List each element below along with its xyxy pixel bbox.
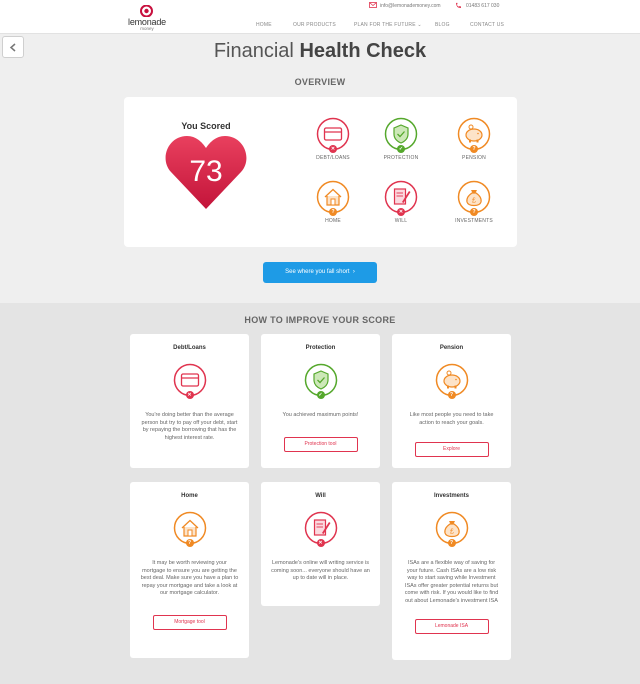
unknown-badge-icon: ? [470,208,478,216]
card-protection-button-row: Protection tool [261,432,380,452]
card-home-title: Home [181,493,198,499]
nav-home[interactable]: HOME [256,22,272,28]
card-investments-text: ISAs are a flexible way of saving for yo… [404,560,499,604]
card-pension-text: Like most people you need to take action… [409,412,494,426]
fail-badge-icon: ✕ [397,208,405,216]
overview-protection[interactable]: ✓ PROTECTION [373,117,429,161]
overview-debt-label: DEBT/LOANS [316,155,350,161]
pass-badge-icon: ✓ [397,145,405,153]
phone-contact[interactable]: 01483 617 030 [456,2,500,9]
card-protection-title: Protection [305,345,336,351]
email-contact[interactable]: info@lemonademoney.com [369,2,441,9]
envelope-icon [369,2,377,8]
overview-debt-loans[interactable]: ✕ DEBT/LOANS [305,117,361,161]
overview-heading: OVERVIEW [294,77,346,87]
overview-home-label: HOME [325,218,341,224]
card-home-icon-wrap: ? [173,511,207,547]
see-where-you-fall-short-button[interactable]: See where you fall short › [263,262,377,283]
card-protection-icon-wrap: ✓ [304,363,338,399]
card-debt-loans: Debt/Loans ✕ You're doing better than th… [130,334,249,468]
nav-our-products[interactable]: OUR PRODUCTS [293,22,336,28]
overview-debt-icon-wrap: ✕ [316,117,350,153]
card-debt-icon-wrap: ✕ [173,363,207,399]
brand-logo[interactable]: lemonade money [126,5,168,31]
overview-protection-icon-wrap: ✓ [384,117,418,153]
overview-pension[interactable]: ? PENSION [446,117,502,161]
fail-badge-icon: ✕ [185,391,194,399]
score-label: You Scored [181,121,231,131]
phone-icon [456,2,461,8]
overview-pension-icon-wrap: ? [457,117,491,153]
overview-investments[interactable]: £ ? INVESTMENTS [446,180,502,224]
svg-text:£: £ [450,529,454,536]
card-investments-title: Investments [433,493,469,499]
fail-badge-icon: ✕ [316,539,325,547]
card-will-text: Lemonade's online will writing service i… [271,560,370,581]
overview-will[interactable]: ✕ WILL [373,180,429,224]
overview-investments-label: INVESTMENTS [455,218,493,224]
card-pension-button-row: Explore [392,437,511,457]
card-debt-title: Debt/Loans [173,345,206,351]
fail-badge-icon: ✕ [329,145,337,153]
page-title-light: Financial [213,40,294,62]
card-investments-button-row: Lemonade ISA [392,614,511,634]
phone-text: 01483 617 030 [466,3,500,9]
nav-plan-label: PLAN FOR THE FUTURE [354,22,416,28]
card-home-text: It may be worth reviewing your mortgage … [140,560,239,596]
card-will-icon-wrap: ✕ [304,511,338,547]
logo-swirl-icon [140,5,153,17]
unknown-badge-icon: ? [447,539,456,547]
card-protection: Protection ✓ You achieved maximum points… [261,334,380,468]
site-header: lemonade money info@lemonademoney.com 01… [0,0,640,34]
nav-contact-us[interactable]: CONTACT US [470,22,504,28]
overview-home-icon-wrap: ? [316,180,350,216]
card-will: Will ✕ Lemonade's online will writing se… [261,482,380,606]
page-title-bold: Health Check [299,40,427,62]
svg-text:£: £ [472,198,476,205]
card-investments: Investments £ ? ISAs are a flexible way … [392,482,511,660]
nav-plan-for-the-future[interactable]: PLAN FOR THE FUTURE ⌄ [354,22,422,28]
overview-protection-label: PROTECTION [383,155,419,161]
unknown-badge-icon: ? [447,391,456,399]
overview-will-label: WILL [394,218,408,224]
card-will-title: Will [315,493,326,499]
card-home-button-row: Mortgage tool [130,610,249,630]
chevron-right-icon: › [351,269,355,275]
brand-sub: money [140,26,154,31]
card-pension-icon-wrap: ? [435,363,469,399]
nav-blog[interactable]: BLOG [435,22,450,28]
explore-button[interactable]: Explore [414,442,489,457]
chevron-down-icon: ⌄ [417,22,422,28]
card-debt-text: You're doing better than the average per… [141,412,238,441]
cta-label: See where you fall short [285,269,350,275]
email-text: info@lemonademoney.com [380,3,441,9]
overview-will-icon-wrap: ✕ [384,180,418,216]
unknown-badge-icon: ? [470,145,478,153]
pass-badge-icon: ✓ [316,391,325,399]
mortgage-tool-button[interactable]: Mortgage tool [152,614,227,630]
unknown-badge-icon: ? [185,539,194,547]
card-protection-text: You achieved maximum points! [282,412,359,418]
score-value: 73 [189,155,223,188]
lemonade-isa-button[interactable]: Lemonade ISA [414,619,489,634]
card-pension-title: Pension [439,345,464,351]
overview-card: You Scored 73 ✕ DEBT/LOANS ✓ PROTECTION [124,97,517,247]
protection-tool-button[interactable]: Protection tool [283,436,358,452]
unknown-badge-icon: ? [329,208,337,216]
page-title: Financial Health Check [0,40,640,63]
card-pension: Pension ? Like most people you need to t… [392,334,511,468]
improve-heading: HOW TO IMPROVE YOUR SCORE [244,315,396,325]
overview-investments-icon-wrap: £ ? [457,180,491,216]
card-investments-icon-wrap: £ ? [435,511,469,547]
card-home: Home ? It may be worth reviewing your mo… [130,482,249,658]
overview-home[interactable]: ? HOME [305,180,361,224]
overview-pension-label: PENSION [462,155,486,161]
